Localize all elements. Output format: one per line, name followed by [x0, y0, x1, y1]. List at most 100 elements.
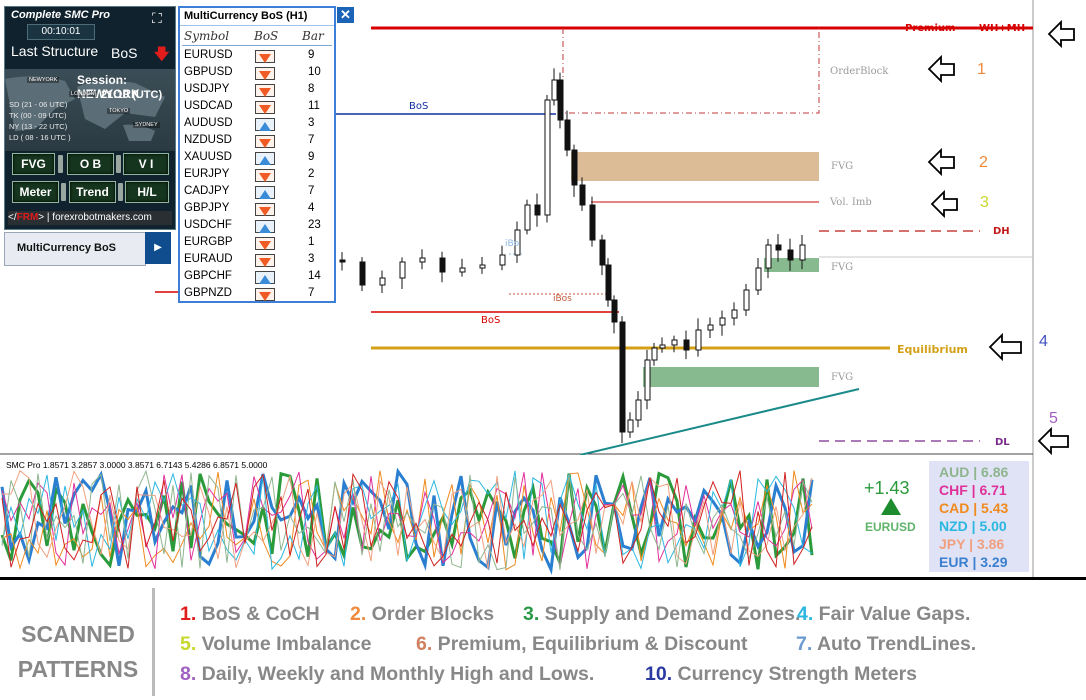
multicurrency-tab[interactable]: MultiCurrency BoS — [4, 232, 146, 266]
session-sd: SD (21 - 06 UTC) — [9, 100, 68, 109]
bar-cell: 1 — [308, 236, 315, 248]
table-header: MultiCurrency BoS (H1) — [180, 8, 334, 26]
dl-label: DL — [995, 437, 1010, 448]
session-ld: LD ( 08 - 16 UTC ) — [9, 133, 71, 142]
candle-body — [557, 79, 564, 121]
trend-button[interactable]: Trend — [69, 181, 116, 203]
bar-cell: 10 — [308, 66, 321, 78]
symbol-cell: USDCHF — [184, 219, 232, 231]
pattern-item: 2. Order Blocks — [350, 603, 494, 626]
ticker-change: +1.43 — [864, 478, 910, 498]
structure-value: BoS — [111, 45, 138, 61]
banner-divider — [152, 588, 155, 696]
candle-body — [743, 289, 750, 311]
multicurrency-table: MultiCurrency BoS (H1) Symbol BoS Bar EU… — [178, 6, 336, 303]
expand-icon[interactable]: ⛶ — [152, 10, 162, 27]
strength-row: AUD | 6.86 — [939, 464, 1009, 480]
pattern-text: Auto TrendLines. — [812, 633, 977, 655]
divider — [118, 183, 123, 201]
strength-row: CHF | 6.71 — [939, 482, 1007, 498]
candle-body — [339, 259, 346, 263]
symbol-cell: EURGBP — [184, 236, 233, 248]
triangle-down-icon — [255, 254, 275, 267]
fvg-label-2: FVG — [831, 262, 854, 273]
vol-imb-button[interactable]: V I — [123, 153, 169, 175]
marker-5: 5 — [1049, 410, 1058, 427]
equilibrium-label: Equilibrium — [897, 343, 968, 356]
candle-body — [651, 347, 658, 361]
triangle-up-icon — [255, 152, 275, 165]
symbol-cell: AUDUSD — [184, 117, 233, 129]
bos-label-red: BoS — [481, 315, 501, 326]
candle-body — [599, 239, 606, 266]
symbol-cell: GBPJPY — [184, 202, 230, 214]
candle-body — [564, 119, 571, 151]
candle-body — [459, 267, 466, 273]
vol-imb-label: Vol. Imb — [830, 197, 872, 208]
play-icon[interactable]: ▶ — [145, 232, 171, 264]
candle-body — [644, 359, 651, 401]
candle-body — [611, 299, 618, 323]
candle-body — [731, 309, 738, 319]
ticker-symbol: EURUSD — [865, 520, 916, 534]
candle-body — [683, 339, 690, 351]
bar-cell: 9 — [308, 49, 315, 61]
site-suffix: > — [38, 212, 45, 223]
oscillator-label: SMC Pro 1.8571 3.2857 3.0000 3.8571 6.71… — [6, 460, 268, 470]
chart-area[interactable]: Premium WH+MH OrderBlock FVG Vol. Imb DH… — [0, 0, 1086, 580]
symbol-cell: USDCAD — [184, 100, 233, 112]
pattern-number: 6. — [416, 633, 433, 655]
candle-body — [544, 99, 551, 216]
pattern-item: 7. Auto TrendLines. — [796, 633, 976, 656]
bar-cell: 7 — [308, 134, 315, 146]
pattern-item: 6. Premium, Equilibrium & Discount — [416, 633, 748, 656]
triangle-up-icon — [881, 498, 901, 515]
city-london: LONDON — [69, 91, 97, 97]
candle-body — [695, 329, 702, 351]
triangle-down-icon — [255, 101, 275, 114]
website-link[interactable]: </FRM> | forexrobotmakers.com — [8, 211, 172, 225]
symbol-cell: XAUUSD — [184, 151, 232, 163]
bos-label-blue: BoS — [409, 101, 429, 112]
candle-body — [619, 321, 626, 433]
candle-body — [571, 149, 578, 186]
meter-button[interactable]: Meter — [12, 181, 59, 203]
bar-cell: 23 — [308, 219, 321, 231]
pattern-item: 8. Daily, Weekly and Monthly High and Lo… — [180, 663, 594, 686]
strength-row: CAD | 5.43 — [939, 500, 1009, 516]
banner-title-line1: SCANNED — [21, 621, 135, 647]
triangle-down-icon — [255, 50, 275, 63]
triangle-up-icon — [255, 220, 275, 233]
symbol-cell: EURJPY — [184, 168, 230, 180]
pattern-item: 10. Currency Strength Meters — [645, 663, 917, 686]
high-low-button[interactable]: H/L — [125, 181, 169, 203]
pattern-number: 7. — [796, 633, 813, 655]
triangle-down-icon — [255, 67, 275, 80]
candle-body — [707, 324, 714, 331]
candle-body — [551, 79, 558, 101]
dh-label: DH — [993, 226, 1010, 237]
pattern-number: 8. — [180, 663, 197, 685]
oscillator-chart[interactable] — [0, 455, 1086, 577]
bar-cell: 14 — [308, 270, 321, 282]
orderblock-button[interactable]: O B — [67, 153, 114, 175]
pattern-text: Daily, Weekly and Monthly High and Lows. — [196, 663, 595, 685]
close-icon[interactable]: ✕ — [337, 7, 354, 23]
divider — [116, 155, 121, 173]
symbol-cell: EURAUD — [184, 253, 233, 265]
fvg-button[interactable]: FVG — [12, 153, 55, 175]
bar-cell: 4 — [308, 202, 315, 214]
triangle-down-icon — [255, 237, 275, 250]
symbol-cell: USDJPY — [184, 83, 230, 95]
candle-body — [524, 204, 531, 231]
marker-1: 1 — [977, 61, 986, 78]
bar-cell: 2 — [308, 168, 315, 180]
candle-body — [671, 339, 678, 346]
strength-row: EUR | 3.29 — [939, 554, 1008, 570]
fvg-label-3: FVG — [831, 372, 854, 383]
pattern-item: 5. Volume Imbalance — [180, 633, 371, 656]
bar-cell: 7 — [308, 287, 315, 299]
symbol-cell: CADJPY — [184, 185, 230, 197]
bar-cell: 3 — [308, 253, 315, 265]
arrow-down-icon: 🡇 — [154, 46, 170, 63]
